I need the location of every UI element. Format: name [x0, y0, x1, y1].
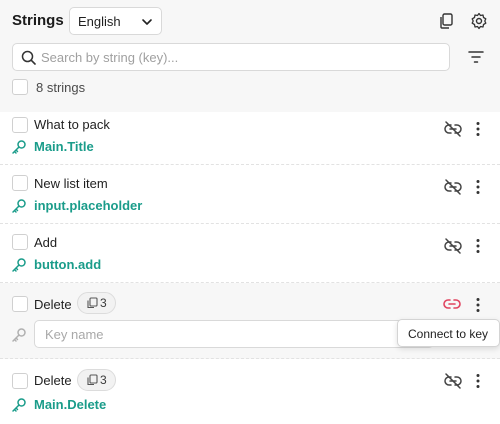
key-name-input[interactable] — [45, 321, 425, 347]
tooltip-text: Connect to key — [408, 327, 489, 341]
key-icon — [12, 199, 26, 213]
strings-header: Strings English 8 strings — [0, 0, 500, 112]
string-row: What to pack Main.Title — [0, 112, 500, 165]
strings-count: 8 strings — [36, 80, 86, 95]
string-key[interactable]: button.add — [34, 257, 101, 272]
search-input[interactable] — [41, 44, 441, 70]
string-row: New list item input.placeholder — [0, 165, 500, 224]
string-label: Delete — [34, 297, 72, 312]
row-checkbox[interactable] — [12, 373, 28, 389]
string-label: New list item — [34, 176, 108, 191]
key-icon — [12, 328, 26, 342]
copies-badge[interactable]: 3 — [77, 292, 116, 314]
key-icon — [12, 140, 26, 154]
copies-count: 3 — [100, 373, 107, 387]
key-icon — [12, 398, 26, 412]
more-icon[interactable] — [475, 238, 481, 254]
connect-to-key-tooltip: Connect to key — [397, 319, 500, 347]
copy-icon — [87, 374, 98, 386]
filter-button[interactable] — [466, 47, 486, 67]
copies-count: 3 — [100, 296, 107, 310]
string-label: Add — [34, 235, 58, 250]
more-icon[interactable] — [475, 297, 481, 313]
unlink-icon[interactable] — [444, 121, 462, 137]
language-select[interactable]: English — [69, 7, 162, 35]
search-icon — [21, 50, 36, 65]
row-checkbox[interactable] — [12, 117, 28, 133]
more-icon[interactable] — [475, 373, 481, 389]
string-row: Delete 3 Main.Delete — [0, 359, 500, 424]
chevron-down-icon — [142, 19, 152, 25]
link-icon[interactable] — [443, 297, 461, 311]
row-checkbox[interactable] — [12, 296, 28, 312]
search-box[interactable] — [12, 43, 450, 71]
unlink-icon[interactable] — [444, 179, 462, 195]
row-checkbox[interactable] — [12, 234, 28, 250]
string-label: What to pack — [34, 117, 110, 132]
settings-button[interactable] — [469, 11, 489, 31]
key-name-field[interactable] — [34, 320, 434, 348]
unlink-icon[interactable] — [444, 373, 462, 389]
page-title: Strings — [12, 12, 64, 29]
string-key[interactable]: Main.Title — [34, 139, 94, 154]
select-all-checkbox[interactable] — [12, 79, 28, 95]
copy-icon — [440, 13, 453, 29]
filter-icon — [468, 51, 484, 63]
string-row: Add button.add — [0, 224, 500, 283]
row-checkbox[interactable] — [12, 175, 28, 191]
copy-button[interactable] — [436, 11, 456, 31]
language-value: English — [78, 14, 121, 29]
unlink-icon[interactable] — [444, 238, 462, 254]
gear-icon — [471, 12, 487, 30]
copies-badge[interactable]: 3 — [77, 369, 116, 391]
key-icon — [12, 258, 26, 272]
more-icon[interactable] — [475, 179, 481, 195]
more-icon[interactable] — [475, 121, 481, 137]
string-label: Delete — [34, 373, 72, 388]
string-key[interactable]: input.placeholder — [34, 198, 142, 213]
string-key[interactable]: Main.Delete — [34, 397, 106, 412]
copy-icon — [87, 297, 98, 309]
